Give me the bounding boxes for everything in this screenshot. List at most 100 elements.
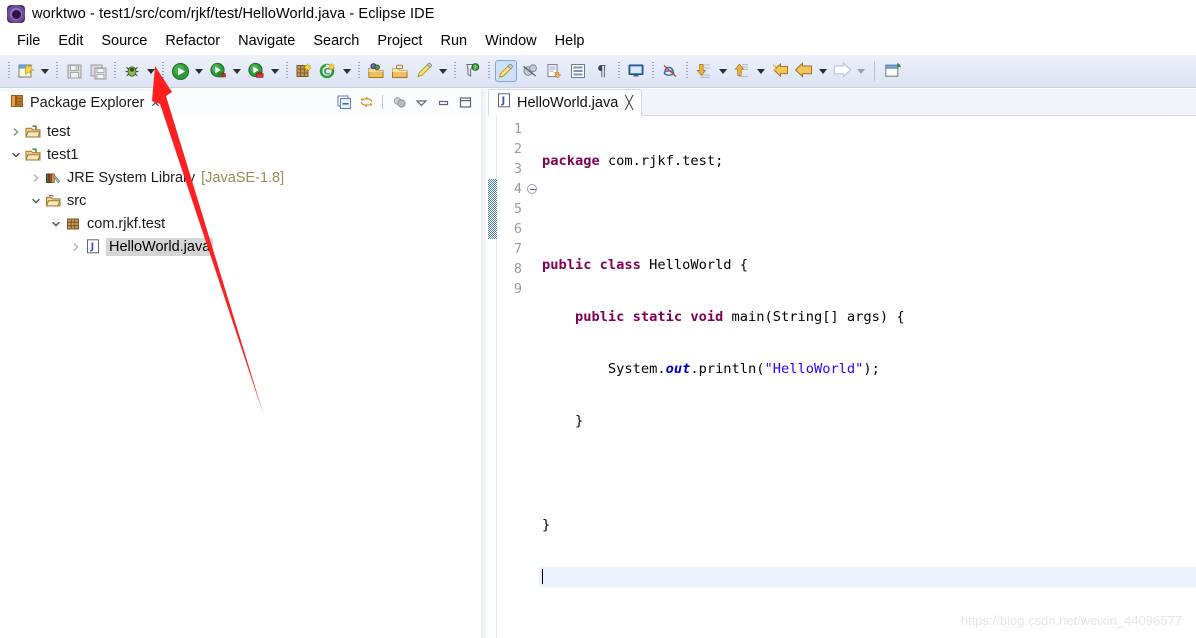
menu-navigate[interactable]: Navigate (229, 31, 304, 51)
menu-edit[interactable]: Edit (49, 31, 92, 51)
new-class-dropdown[interactable] (340, 61, 353, 81)
line-number: 9 (513, 281, 522, 297)
code-token: System. (542, 361, 666, 377)
back-dropdown[interactable] (816, 61, 829, 81)
package-icon (64, 216, 82, 232)
forward-dropdown[interactable] (854, 61, 867, 81)
tree-item-test[interactable]: test (0, 120, 481, 143)
console-icon[interactable] (625, 60, 647, 82)
debug-dropdown[interactable] (144, 61, 157, 81)
skip-breakpoints-icon[interactable] (519, 60, 541, 82)
code-line-1[interactable]: package com.rjkf.test; (539, 151, 1196, 171)
prev-edit-dropdown[interactable] (754, 61, 767, 81)
next-edit-dropdown[interactable] (716, 61, 729, 81)
maximize-icon[interactable] (455, 92, 475, 112)
chevron-down-icon[interactable] (48, 216, 64, 232)
code-line-3[interactable]: public class HelloWorld { (539, 255, 1196, 275)
close-icon[interactable]: ╳ (625, 96, 633, 109)
new-wizard-dropdown[interactable] (38, 61, 51, 81)
code-token: .println( (690, 361, 765, 377)
back-arrow-icon[interactable] (793, 60, 815, 82)
chevron-down-icon[interactable] (28, 193, 44, 209)
folding-gutter[interactable] (525, 116, 539, 638)
annotation-next-icon[interactable] (543, 60, 565, 82)
line-number-gutter: 1 2 3 4 5 6 7 8 9 (497, 116, 525, 638)
collapse-all-icon[interactable] (334, 92, 354, 112)
open-type-icon[interactable] (365, 60, 387, 82)
tree-label: test (47, 123, 71, 140)
breadcrumb-off-icon[interactable] (659, 60, 681, 82)
menu-search[interactable]: Search (304, 31, 368, 51)
code-line-4[interactable]: public static void main(String[] args) { (539, 307, 1196, 327)
toolbar-separator (286, 62, 288, 80)
menu-window[interactable]: Window (476, 31, 546, 51)
folding-slot (525, 219, 539, 239)
code-line-2[interactable] (539, 203, 1196, 223)
save-icon[interactable] (63, 60, 85, 82)
highlighter-icon[interactable] (495, 60, 517, 82)
code-line-5[interactable]: System.out.println("HelloWorld"); (539, 359, 1196, 379)
focus-on-active-task-icon[interactable] (389, 92, 409, 112)
code-token: main(String[] args) { (731, 309, 905, 325)
open-task-icon[interactable] (389, 60, 411, 82)
code-line-6[interactable]: } (539, 411, 1196, 431)
tree-item-src[interactable]: src (0, 189, 481, 212)
menu-source[interactable]: Source (92, 31, 156, 51)
external-tools-icon[interactable] (245, 60, 267, 82)
search-icon[interactable]: ? (461, 60, 483, 82)
block-selection-icon[interactable] (567, 60, 589, 82)
coverage-icon[interactable] (207, 60, 229, 82)
coverage-dropdown[interactable] (230, 61, 243, 81)
save-all-icon[interactable] (87, 60, 109, 82)
tab-helloworld-java[interactable]: J HelloWorld.java ╳ (488, 89, 643, 116)
minimize-icon[interactable] (433, 92, 453, 112)
close-icon[interactable]: ✕ (150, 96, 160, 110)
menu-run[interactable]: Run (431, 31, 476, 51)
source-code[interactable]: package com.rjkf.test; public class Hell… (539, 116, 1196, 638)
code-line-8[interactable]: } (539, 515, 1196, 535)
folding-slot (525, 199, 539, 219)
pencil-dropdown[interactable] (436, 61, 449, 81)
chevron-right-icon[interactable] (8, 124, 24, 140)
up-arrow-icon[interactable] (731, 60, 753, 82)
marker-bar[interactable] (488, 116, 497, 638)
line-number: 4 (513, 181, 522, 197)
link-with-editor-icon[interactable] (356, 92, 376, 112)
menu-help[interactable]: Help (546, 31, 594, 51)
folding-slot[interactable] (525, 179, 539, 199)
view-menu-icon[interactable] (411, 92, 431, 112)
run-dropdown[interactable] (192, 61, 205, 81)
tree-item-test1[interactable]: test1 (0, 143, 481, 166)
new-class-icon[interactable]: C (317, 60, 339, 82)
forward-arrow-icon[interactable] (831, 60, 853, 82)
package-icon[interactable] (293, 60, 315, 82)
tree-item-com-rjkf-test[interactable]: com.rjkf.test (0, 212, 481, 235)
tree-item-helloworld-java[interactable]: J HelloWorld.java (0, 235, 481, 258)
run-play-icon[interactable] (169, 60, 191, 82)
tab-package-explorer[interactable]: Package Explorer ✕ (0, 89, 169, 115)
chevron-right-icon[interactable] (28, 170, 44, 186)
new-document-icon[interactable] (15, 60, 37, 82)
external-tools-dropdown[interactable] (268, 61, 281, 81)
pilcrow-icon[interactable]: ¶ (591, 60, 613, 82)
code-editor[interactable]: 1 2 3 4 5 6 7 8 9 package com.rjkf.test;… (488, 116, 1196, 638)
code-line-7[interactable] (539, 463, 1196, 483)
code-line-9[interactable] (539, 567, 1196, 587)
tree-label-suffix: [JavaSE-1.8] (201, 169, 285, 186)
pencil-icon[interactable] (413, 60, 435, 82)
package-explorer-view: Package Explorer ✕ test test1 JRE System… (0, 89, 481, 638)
menu-refactor[interactable]: Refactor (156, 31, 229, 51)
menu-project[interactable]: Project (368, 31, 431, 51)
back-edit-icon[interactable] (769, 60, 791, 82)
new-window-icon[interactable] (882, 60, 904, 82)
debug-bug-icon[interactable] (121, 60, 143, 82)
chevron-right-icon[interactable] (68, 239, 84, 255)
menu-file[interactable]: File (8, 31, 49, 51)
collapse-method-icon[interactable] (527, 184, 537, 194)
panel-divider[interactable] (481, 89, 488, 638)
folding-slot (525, 159, 539, 179)
code-token: public class (542, 257, 650, 273)
tree-item-jre-system-library[interactable]: JRE System Library [JavaSE-1.8] (0, 166, 481, 189)
chevron-down-icon[interactable] (8, 147, 24, 163)
down-arrow-icon[interactable] (693, 60, 715, 82)
